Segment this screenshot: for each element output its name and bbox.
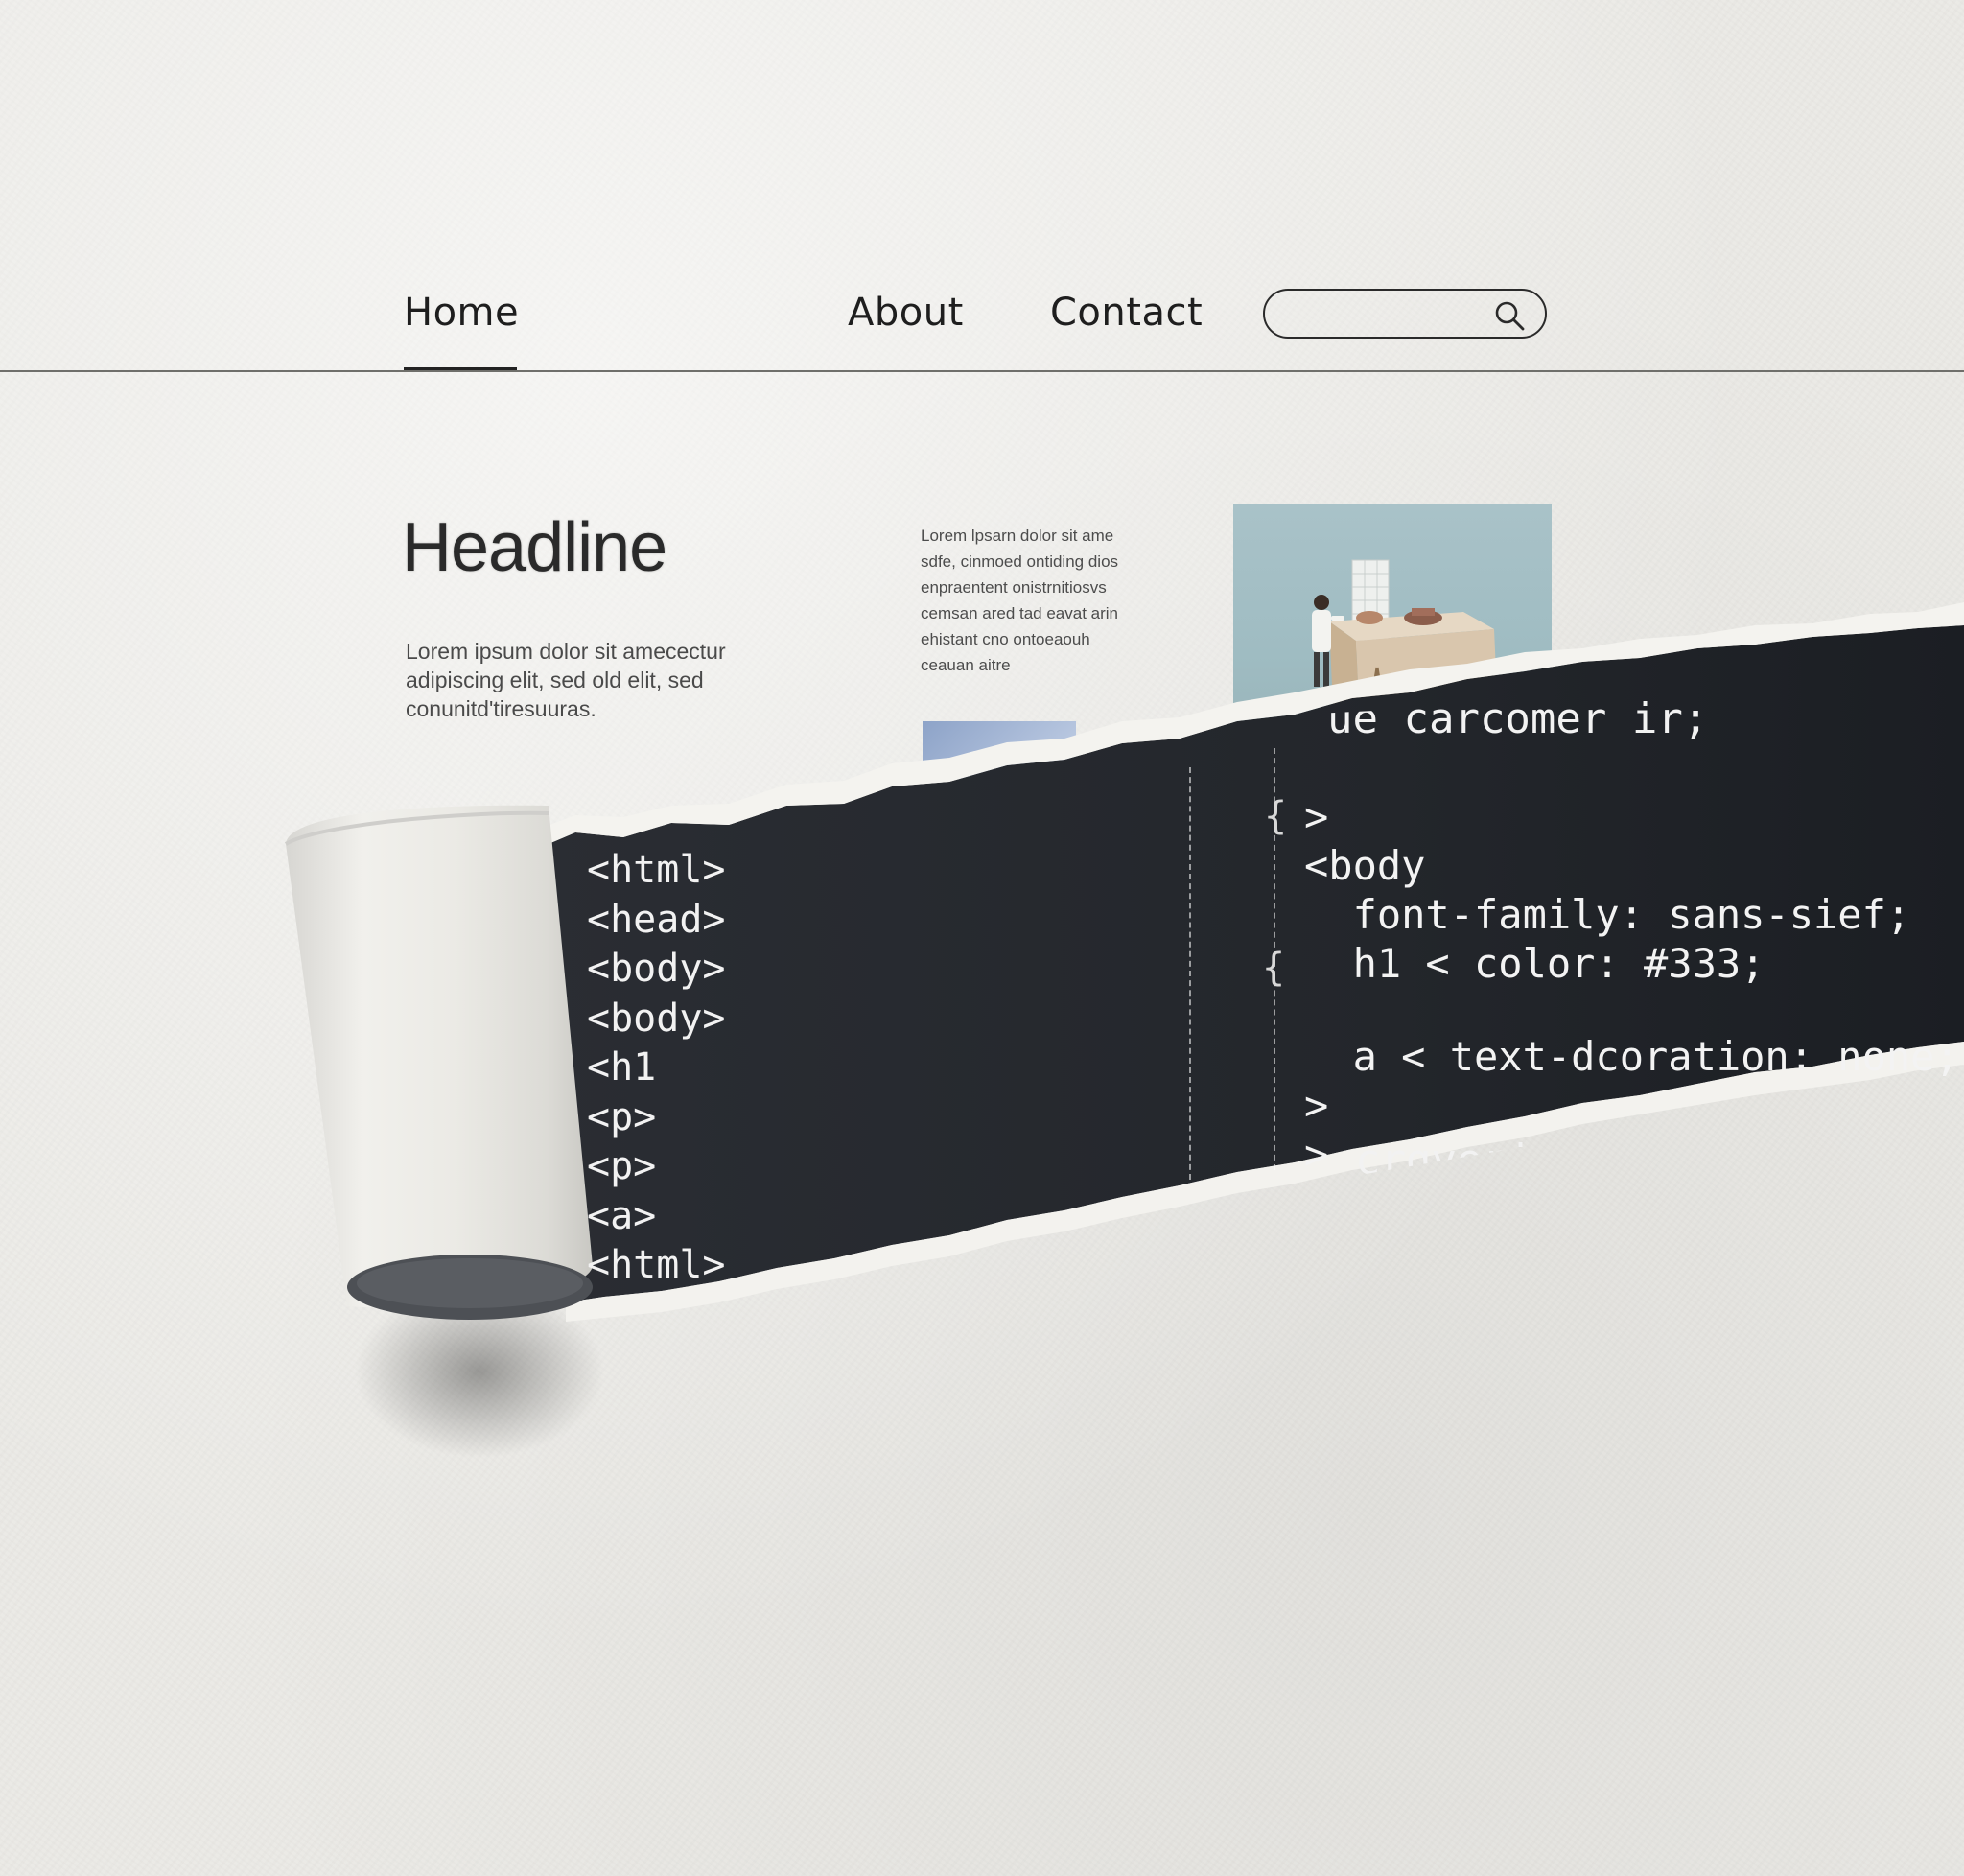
html-code-block: <html> <head> <body> <body> <h1 <p> <p> <a> <htm… xyxy=(587,846,726,1291)
html-code-line: <html> xyxy=(587,848,726,892)
nav-link-home[interactable]: Home xyxy=(404,291,519,335)
body-paragraph: Lorem ipsum dolor sit amecectur adipisci… xyxy=(406,639,726,721)
css-code-line xyxy=(1304,988,1959,1032)
html-code-line: <h1 xyxy=(587,1045,657,1090)
html-code-line: <a> xyxy=(587,1193,657,1238)
code-brace: { xyxy=(1262,946,1286,990)
code-divider xyxy=(1189,767,1191,1180)
column-paragraph: Lorem lpsarn dolor sit ame sdfe, cinmoed… xyxy=(921,527,1119,674)
css-code-block: > <body font-family: sans-sief; h1 < colo… xyxy=(1304,792,1959,1179)
css-code-line: > xyxy=(1304,1082,1329,1129)
page-headline: Headline xyxy=(402,509,667,586)
css-code-line: font-family: sans-sief; xyxy=(1304,891,1911,938)
html-code-line: <html> xyxy=(587,1243,726,1287)
css-code-line: h1 < color: #333; xyxy=(1304,940,1765,987)
css-code-line: a < text-dcoration: none; xyxy=(1304,1033,1959,1080)
code-brace: { xyxy=(1264,794,1288,838)
css-code-line: > xyxy=(1304,793,1329,840)
html-code-line: <p> xyxy=(587,1094,657,1139)
secondary-image xyxy=(923,721,1076,779)
search-bar[interactable] xyxy=(1263,289,1547,339)
search-icon[interactable] xyxy=(1493,299,1526,332)
nav-divider xyxy=(0,370,1964,372)
html-code-line: <head> xyxy=(587,897,726,942)
css-code-line: <body xyxy=(1304,842,1426,889)
html-code-line: <body> xyxy=(587,996,726,1041)
top-navigation: Home About Contact xyxy=(0,0,1964,374)
search-input[interactable] xyxy=(1286,298,1491,331)
html-code-line: <p> xyxy=(587,1144,657,1188)
nav-link-about[interactable]: About xyxy=(848,291,964,335)
nav-link-contact[interactable]: Contact xyxy=(1050,291,1203,335)
html-code-line: <body> xyxy=(587,947,726,991)
